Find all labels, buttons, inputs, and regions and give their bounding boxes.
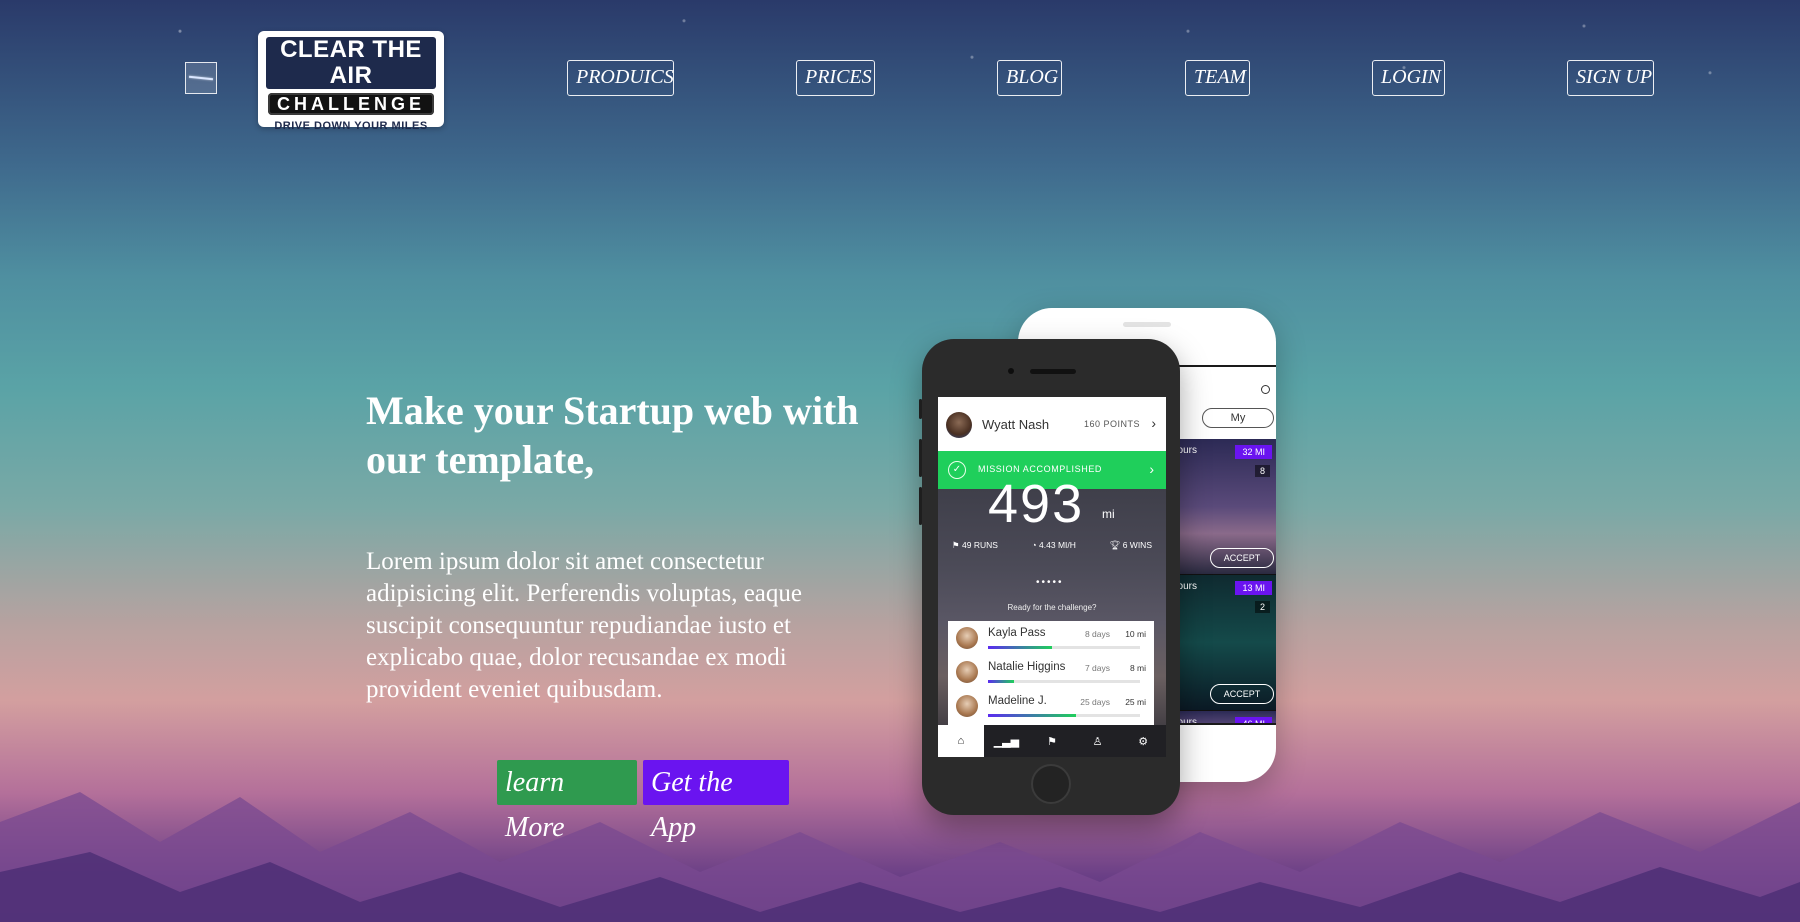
stat-runs: ⚑ 49 RUNS (952, 540, 998, 550)
leader-days: 8 days (1084, 629, 1110, 639)
person-icon: ♙ (1092, 735, 1103, 748)
progress-track (988, 680, 1140, 683)
leader-name: Madeline J. (988, 695, 1047, 707)
phone-tab-bar: ⌂ ▁▃▅ ⚑ ♙ ⚙ (938, 725, 1166, 757)
challenges-header: My (1170, 367, 1276, 439)
phone-back-screen: My hours 32 MI 8 ACCEPT hours 13 MI 2 AC… (1168, 365, 1276, 725)
user-points: 160 POINTS (1083, 419, 1140, 429)
nav-login[interactable]: LOGIN (1372, 60, 1445, 96)
logo-line-1: CLEAR THE AIR (266, 37, 436, 89)
menu-toggle-button[interactable] (185, 62, 217, 94)
leader-miles: 25 mi (1125, 697, 1146, 707)
challenge-participants: 2 (1254, 601, 1270, 613)
miles-unit: mi (1102, 507, 1115, 521)
phone-front-screen: Wyatt Nash 160 POINTS › ✓ MISSION ACCOMP… (938, 397, 1166, 757)
avatar (956, 627, 978, 649)
gear-icon: ⚙ (1138, 735, 1149, 748)
check-icon: ✓ (948, 461, 966, 479)
chevron-right-icon: › (1151, 415, 1156, 431)
hero-description: Lorem ipsum dolor sit amet consectetur a… (366, 548, 802, 703)
list-item: Kayla Pass 8 days 10 mi (948, 621, 1154, 655)
phone-speaker (1030, 369, 1076, 374)
get-the-app-button[interactable]: Get the App (643, 760, 789, 843)
mission-status: MISSION ACCOMPLISHED (978, 464, 1103, 474)
list-item: Natalie Higgins 7 days 8 mi (948, 655, 1154, 689)
flag-icon: ⚑ (1047, 735, 1057, 748)
menu-toggle-icon (188, 75, 214, 81)
challenge-participants: 8 (1254, 465, 1270, 477)
leader-miles: 8 mi (1129, 663, 1146, 673)
stats-row: ⚑ 49 RUNS ◔ 4.43 MI/H 🏆︎ 6 WINS (952, 540, 1152, 551)
progress-track (988, 646, 1140, 649)
phone-side-button (919, 487, 922, 525)
stat-wins: 🏆︎ 6 WINS (1109, 540, 1152, 550)
challenge-miles-badge: 32 MI (1235, 445, 1272, 459)
leaderboard: Kayla Pass 8 days 10 mi Natalie Higgins … (948, 621, 1154, 725)
nav-blog[interactable]: BLOG (997, 60, 1062, 96)
accept-button: ACCEPT (1210, 684, 1274, 704)
challenge-miles-badge: 13 MI (1235, 581, 1272, 595)
phone-speaker (1123, 322, 1171, 327)
progress-fill (988, 680, 1014, 683)
logo-tagline: DRIVE DOWN YOUR MILES (274, 120, 428, 132)
search-icon (1261, 385, 1270, 394)
learn-more-button[interactable]: learn More (497, 760, 637, 843)
nav-sign-up[interactable]: SIGN UP (1567, 60, 1654, 96)
trophy-icon: 🏆︎ (1109, 540, 1121, 550)
hero-title: Make your Startup web with our template, (366, 388, 859, 482)
flag-icon: ⚑ (952, 540, 960, 550)
speed-icon: ◔ (1031, 540, 1037, 550)
user-name: Wyatt Nash (982, 417, 1050, 432)
phone-side-button (919, 439, 922, 477)
leader-miles: 10 mi (1125, 629, 1146, 639)
leader-name: Kayla Pass (988, 627, 1046, 639)
progress-track (988, 714, 1140, 717)
challenge-card: hours 32 MI 8 ACCEPT (1170, 439, 1276, 575)
avatar (946, 412, 972, 438)
leader-days: 7 days (1084, 663, 1110, 673)
progress-fill (988, 646, 1052, 649)
user-header: Wyatt Nash 160 POINTS › (938, 397, 1166, 451)
avatar (956, 695, 978, 717)
avatar (956, 661, 978, 683)
tab-my: My (1202, 408, 1274, 428)
brand-logo[interactable]: CLEAR THE AIR CHALLENGE DRIVE DOWN YOUR … (258, 31, 444, 132)
progress-fill (988, 714, 1077, 717)
total-miles: 493 (988, 474, 1085, 534)
accept-button: ACCEPT (1210, 548, 1274, 568)
page-dots: ••••• (1036, 577, 1064, 588)
nav-produics[interactable]: PRODUICS (567, 60, 674, 96)
list-item: Madeline J. 25 days 25 mi (948, 689, 1154, 723)
mountain-background (0, 792, 1800, 922)
nav-prices[interactable]: PRICES (796, 60, 875, 96)
challenge-card: hours 46 MI (1170, 711, 1276, 723)
ready-prompt: Ready for the challenge? (1007, 603, 1097, 612)
phone-home-button (1031, 764, 1071, 804)
phone-mockup-front: Wyatt Nash 160 POINTS › ✓ MISSION ACCOMP… (919, 339, 1180, 815)
challenge-card: hours 13 MI 2 ACCEPT (1170, 575, 1276, 711)
home-icon: ⌂ (938, 725, 984, 757)
signal-icon: ▁▃▅ (993, 735, 1020, 748)
nav-team[interactable]: TEAM (1185, 60, 1250, 96)
challenge-miles-badge: 46 MI (1235, 717, 1272, 723)
chevron-right-icon: › (1149, 461, 1154, 477)
leader-days: 25 days (1080, 697, 1110, 707)
logo-line-2: CHALLENGE (268, 93, 434, 115)
phone-side-button (919, 399, 922, 419)
stat-speed: ◔ 4.43 MI/H (1031, 540, 1076, 550)
phone-camera (1008, 368, 1014, 374)
leader-name: Natalie Higgins (988, 661, 1066, 673)
